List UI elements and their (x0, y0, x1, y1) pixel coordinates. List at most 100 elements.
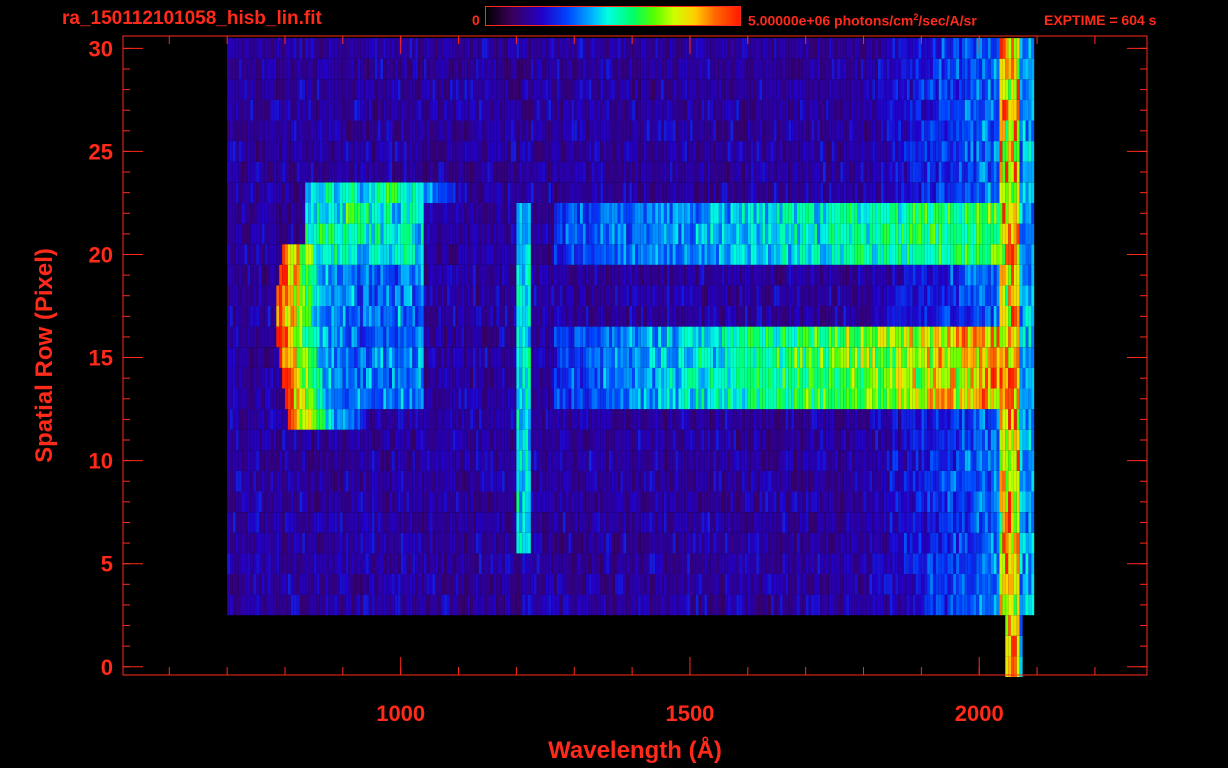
heatmap-cell (256, 553, 259, 574)
heatmap-cell (374, 470, 378, 492)
heatmap-cell (1002, 306, 1006, 327)
heatmap-cell (259, 491, 262, 513)
heatmap-cell (684, 285, 688, 306)
heatmap-cell (993, 285, 997, 306)
heatmap-cell (287, 264, 291, 286)
heatmap-cell (687, 512, 690, 533)
heatmap-cell (1022, 594, 1026, 616)
heatmap-cell (435, 347, 439, 368)
heatmap-cell (308, 574, 311, 595)
heatmap-cell (267, 264, 271, 286)
heatmap-cell (678, 429, 682, 451)
heatmap-cell (973, 450, 977, 471)
heatmap-cell (374, 347, 378, 368)
heatmap-cell (1031, 574, 1035, 595)
heatmap-cell (418, 409, 421, 430)
heatmap-cell (481, 409, 485, 430)
heatmap-cell (753, 244, 757, 265)
heatmap-cell (548, 326, 552, 348)
heatmap-cell (906, 429, 910, 451)
heatmap-cell (886, 347, 890, 368)
heatmap-cell (727, 574, 731, 595)
heatmap-cell (773, 244, 777, 265)
heatmap-cell (912, 450, 916, 471)
heatmap-cell (1008, 635, 1012, 657)
heatmap-cell (643, 409, 647, 430)
heatmap-cell (750, 244, 754, 265)
heatmap-cell (776, 347, 780, 368)
heatmap-cell (261, 264, 265, 286)
heatmap-cell (287, 367, 291, 389)
heatmap-cell (646, 450, 650, 471)
heatmap-cell (264, 450, 268, 471)
heatmap-cell (406, 285, 410, 306)
heatmap-cell (322, 532, 326, 554)
heatmap-cell (357, 285, 361, 306)
heatmap-cell (418, 491, 421, 513)
heatmap-cell (316, 326, 320, 348)
heatmap-cell (510, 574, 514, 595)
heatmap-cell (788, 264, 792, 286)
heatmap-cell (458, 244, 462, 265)
heatmap-cell (423, 306, 427, 327)
heatmap-cell (585, 574, 589, 595)
heatmap-cell (565, 306, 569, 327)
heatmap-cell (811, 367, 815, 389)
heatmap-cell (392, 532, 395, 554)
heatmap-cell (504, 306, 508, 327)
heatmap-cell (311, 347, 314, 368)
heatmap-cell (331, 347, 335, 368)
heatmap-cell (597, 409, 601, 430)
heatmap-cell (632, 409, 635, 430)
heatmap-cell (834, 532, 838, 554)
heatmap-cell (360, 553, 364, 574)
heatmap-cell (993, 594, 997, 616)
heatmap-cell (924, 264, 928, 286)
heatmap-cell (360, 450, 364, 471)
heatmap-cell (290, 306, 294, 327)
heatmap-cell (513, 429, 517, 451)
heatmap-cell (617, 594, 621, 616)
heatmap-cell (548, 409, 552, 430)
heatmap-cell (270, 388, 274, 410)
heatmap-cell (782, 594, 786, 616)
heatmap-cell (513, 285, 517, 306)
heatmap-cell (253, 574, 257, 595)
heatmap-cell (606, 409, 609, 430)
heatmap-cell (1005, 264, 1009, 286)
heatmap-cell (363, 409, 366, 430)
heatmap-cell (279, 512, 283, 533)
heatmap-cell (692, 367, 696, 389)
heatmap-cell (545, 285, 549, 306)
heatmap-cell (1005, 553, 1009, 574)
heatmap-cell (392, 347, 395, 368)
heatmap-cell (953, 347, 957, 368)
heatmap-cell (817, 388, 821, 410)
heatmap-cell (889, 429, 893, 451)
heatmap-cell (513, 244, 517, 265)
heatmap-cell (357, 512, 361, 533)
heatmap-cell (632, 367, 635, 389)
heatmap-cell (250, 450, 254, 471)
heatmap-cell (296, 574, 300, 595)
heatmap-cell (536, 347, 540, 368)
heatmap-cell (270, 367, 274, 389)
heatmap-cell (851, 532, 855, 554)
heatmap-cell (513, 594, 517, 616)
heatmap-cell (637, 574, 641, 595)
heatmap-cell (600, 409, 604, 430)
heatmap-cell (840, 574, 844, 595)
heatmap-cell (565, 429, 569, 451)
heatmap-cell (548, 574, 552, 595)
heatmap-cell (684, 491, 688, 513)
heatmap-cell (805, 491, 809, 513)
heatmap-cell (345, 532, 349, 554)
heatmap-cell (420, 512, 424, 533)
heatmap-cell (985, 491, 988, 513)
heatmap-cell (397, 553, 401, 574)
heatmap-cell (791, 326, 795, 348)
heatmap-cell (256, 306, 259, 327)
heatmap-cell (851, 347, 855, 368)
heatmap-cell (542, 306, 546, 327)
heatmap-cell (791, 429, 795, 451)
